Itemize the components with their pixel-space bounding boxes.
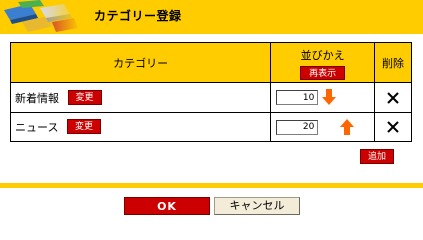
- delete-cell: [374, 82, 412, 113]
- page-title: カテゴリー登録: [94, 9, 182, 23]
- sort-order-input[interactable]: [276, 90, 319, 106]
- change-button[interactable]: 変更: [66, 119, 101, 135]
- category-name-cell: 新着情報 変更: [9, 82, 272, 113]
- column-header-delete: 削除: [374, 41, 412, 84]
- sort-order-input[interactable]: [276, 119, 319, 135]
- category-name-cell: ニュース 変更: [9, 111, 272, 143]
- delete-cell: [374, 111, 412, 143]
- ok-button[interactable]: OK: [124, 197, 210, 215]
- category-name: 新着情報: [15, 91, 59, 105]
- table-header-row: カテゴリー 並びかえ 再表示 削除: [9, 41, 412, 84]
- table-row: 新着情報 変更: [9, 82, 412, 113]
- category-registration-page: カテゴリー登録 カテゴリー 並びかえ 再表示 削除 新着情報 変更 10 ニュー…: [0, 0, 423, 227]
- up-arrow-icon[interactable]: [340, 118, 355, 136]
- delete-x-icon[interactable]: [386, 91, 400, 105]
- column-header-category: カテゴリー: [9, 41, 272, 84]
- cancel-button[interactable]: キャンセル: [214, 197, 300, 215]
- footer-divider: [0, 183, 423, 188]
- sort-cell: [270, 111, 376, 143]
- header-bar: カテゴリー登録: [0, 0, 423, 34]
- category-name: ニュース: [15, 120, 59, 134]
- sort-cell: [270, 82, 376, 113]
- add-button[interactable]: 追加: [360, 149, 395, 164]
- sort-header-label: 並びかえ: [300, 48, 345, 62]
- column-header-sort: 並びかえ 再表示: [270, 41, 376, 84]
- category-table: カテゴリー 並びかえ 再表示 削除 新着情報 変更 10 ニュース 変更 20: [9, 41, 412, 143]
- stacked-books-logo-icon: [0, 0, 80, 34]
- redisplay-button[interactable]: 再表示: [300, 65, 346, 80]
- down-arrow-icon[interactable]: [322, 88, 337, 106]
- table-row: ニュース 変更: [9, 111, 412, 143]
- change-button[interactable]: 変更: [67, 90, 102, 106]
- delete-x-icon[interactable]: [386, 120, 400, 134]
